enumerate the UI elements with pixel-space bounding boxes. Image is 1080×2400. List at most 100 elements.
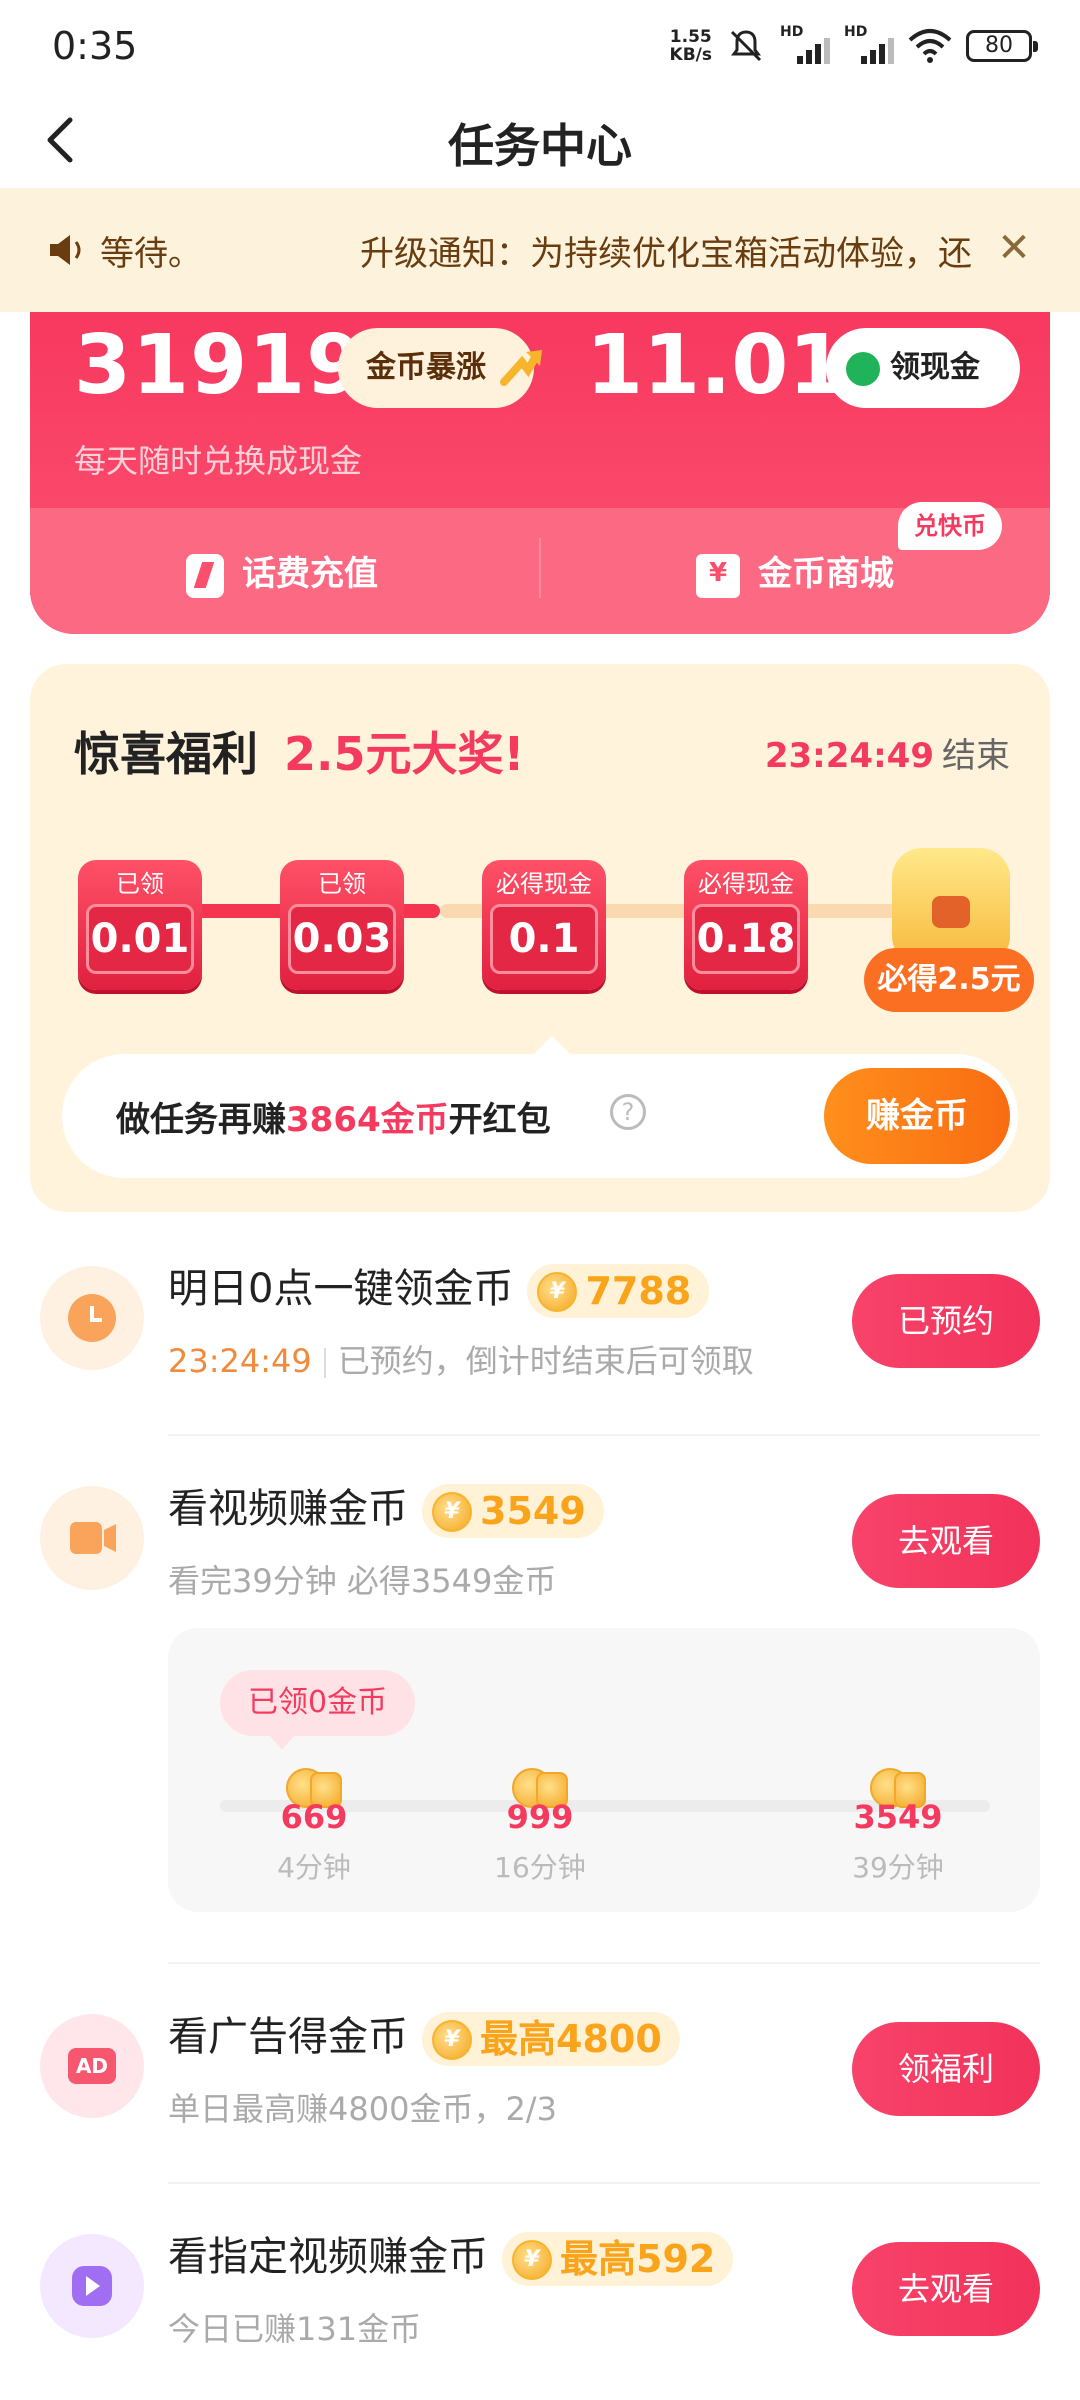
earn-coins-button[interactable]: 赚金币	[824, 1068, 1010, 1164]
coin-mall-label: 金币商城	[758, 554, 894, 594]
coin-icon	[432, 1492, 472, 1532]
help-icon[interactable]: ?	[610, 1094, 646, 1130]
watch-button[interactable]: 去观看	[852, 2242, 1040, 2336]
task-title: 看视频赚金币 3549	[168, 1476, 604, 1538]
coin-reward-value: 7788	[585, 1269, 692, 1313]
up-arrow-icon	[500, 350, 542, 386]
stage-card: 已领 0.01	[78, 860, 202, 990]
stage-card: 必得现金 0.1	[482, 860, 606, 990]
coin-reward-chip: 3549	[422, 1484, 604, 1538]
ticket-icon	[696, 553, 740, 598]
surprise-bonus-card: 惊喜福利 2.5元大奖! 23:24:49 结束 已领 0.01 已领 0.03 …	[30, 664, 1050, 1212]
countdown-timer: 23:24:49 结束	[765, 728, 1010, 777]
milestone: 999 16分钟	[480, 1768, 600, 1886]
coin-rise-badge[interactable]: 金币暴涨	[338, 328, 542, 408]
network-speed-value: 1.55	[669, 27, 712, 47]
task-subtitle: 23:24:49 已预约，倒计时结束后可领取	[168, 1336, 754, 1382]
task-title: 明日0点一键领金币 7788	[168, 1256, 710, 1318]
coin-reward-value: 3549	[480, 1489, 586, 1533]
lock-icon	[932, 896, 970, 928]
stage-value: 0.18	[692, 904, 800, 974]
task-countdown: 23:24:49	[168, 1342, 312, 1380]
get-benefit-button[interactable]: 领福利	[852, 2022, 1040, 2116]
stage-label: 已领	[116, 870, 164, 898]
task-title-text: 看指定视频赚金币	[168, 2234, 488, 2280]
recharge-button[interactable]: 话费充值	[186, 546, 378, 598]
coin-rise-label: 金币暴涨	[366, 350, 486, 385]
stage-card: 必得现金 0.18	[684, 860, 808, 990]
stage-label: 必得现金	[496, 870, 592, 898]
countdown-value: 23:24:49	[764, 736, 934, 776]
coin-reward-chip: 最高592	[502, 2232, 734, 2286]
signal-1-icon: HD	[780, 24, 830, 66]
bell-muted-icon	[730, 30, 762, 62]
milestone-time: 4分钟	[277, 1851, 351, 1884]
wallet-subtitle: 每天随时兑换成现金	[74, 442, 363, 480]
task-prompt-prefix: 做任务再赚	[116, 1100, 286, 1140]
get-cash-label: 领现金	[890, 350, 980, 385]
task-title-text: 明日0点一键领金币	[168, 1266, 514, 1312]
stage-value: 0.01	[86, 904, 194, 974]
task-title: 看指定视频赚金币 最高592	[168, 2224, 734, 2286]
ad-icon-label: AD	[68, 2048, 116, 2084]
milestone-amount: 3549	[853, 1798, 943, 1836]
earned-bubble: 已领0金币	[220, 1670, 416, 1750]
milestone: 669 4分钟	[254, 1768, 374, 1886]
cash-balance: 11.01	[586, 318, 846, 413]
milestone-time: 39分钟	[852, 1851, 944, 1884]
video-progress-panel: 已领0金币 669 4分钟 999 16分钟 3549 39分钟	[168, 1628, 1040, 1912]
wallet-shortcuts: 话费充值 金币商城 兑快币	[30, 502, 1050, 634]
notice-text-left: 等待。	[100, 234, 202, 274]
stage-card: 已领 0.03	[280, 860, 404, 990]
notice-scroll-text: 升级通知：为持续优化宝箱活动体验，还	[360, 234, 972, 274]
status-time: 0:35	[52, 24, 138, 68]
milestone-amount: 669	[280, 1798, 348, 1836]
task-prompt-text: 做任务再赚3864金币开红包	[116, 1092, 551, 1141]
watch-button[interactable]: 去观看	[852, 1494, 1040, 1588]
task-prompt-suffix: 开红包	[448, 1100, 551, 1140]
task-subtitle-text: 已预约，倒计时结束后可领取	[337, 1342, 754, 1380]
video-camera-icon	[40, 1486, 144, 1590]
stage-label: 必得现金	[698, 870, 794, 898]
ad-icon: AD	[40, 2014, 144, 2118]
task-prompt-bar: 做任务再赚3864金币开红包 ? 赚金币	[62, 1036, 1018, 1178]
divider	[539, 538, 541, 598]
task-prompt-highlight: 3864金币	[286, 1100, 449, 1140]
coin-mall-button[interactable]: 金币商城	[696, 546, 894, 598]
status-icons: 1.55 KB/s HD HD 80	[669, 24, 1038, 66]
notice-bar[interactable]: 等待。 升级通知：为持续优化宝箱活动体验，还 ✕	[0, 188, 1080, 312]
task-subtitle: 今日已赚131金币	[168, 2310, 422, 2348]
coin-icon	[537, 1272, 578, 1312]
milestone-time: 16分钟	[494, 1851, 586, 1884]
lightning-icon	[186, 553, 224, 598]
milestone: 3549 39分钟	[838, 1768, 958, 1886]
final-reward-label: 必得2.5元	[864, 948, 1034, 1012]
coin-icon	[432, 2020, 472, 2060]
check-icon	[846, 352, 880, 386]
stage-value: 0.1	[490, 904, 598, 974]
countdown-suffix: 结束	[942, 736, 1010, 776]
surprise-prize: 2.5元大奖!	[284, 727, 525, 781]
divider	[168, 1962, 1040, 1964]
play-icon	[40, 2234, 144, 2338]
coin-reward-chip: 最高4800	[422, 2012, 680, 2066]
page-title: 任务中心	[448, 119, 632, 173]
wifi-icon	[908, 29, 952, 63]
reserved-button[interactable]: 已预约	[852, 1274, 1040, 1368]
coin-reward-value: 最高592	[560, 2237, 716, 2281]
close-icon[interactable]: ✕	[994, 228, 1034, 268]
stage-label: 已领	[318, 870, 366, 898]
clock-icon	[40, 1266, 144, 1370]
surprise-title: 惊喜福利	[74, 727, 258, 781]
task-subtitle: 单日最高赚4800金币，2/3	[168, 2090, 557, 2128]
nav-bar: 任务中心	[0, 96, 1080, 188]
battery-icon: 80	[966, 30, 1038, 62]
coin-reward-chip: 7788	[527, 1264, 710, 1318]
network-speed-unit: KB/s	[669, 45, 712, 65]
signal-2-icon: HD	[844, 24, 894, 66]
status-bar: 0:35 1.55 KB/s HD HD 80	[0, 0, 1080, 96]
divider	[168, 2182, 1040, 2184]
task-title-text: 看视频赚金币	[168, 1486, 408, 1532]
divider	[168, 1434, 1040, 1436]
get-cash-button[interactable]: 领现金	[826, 328, 1020, 408]
